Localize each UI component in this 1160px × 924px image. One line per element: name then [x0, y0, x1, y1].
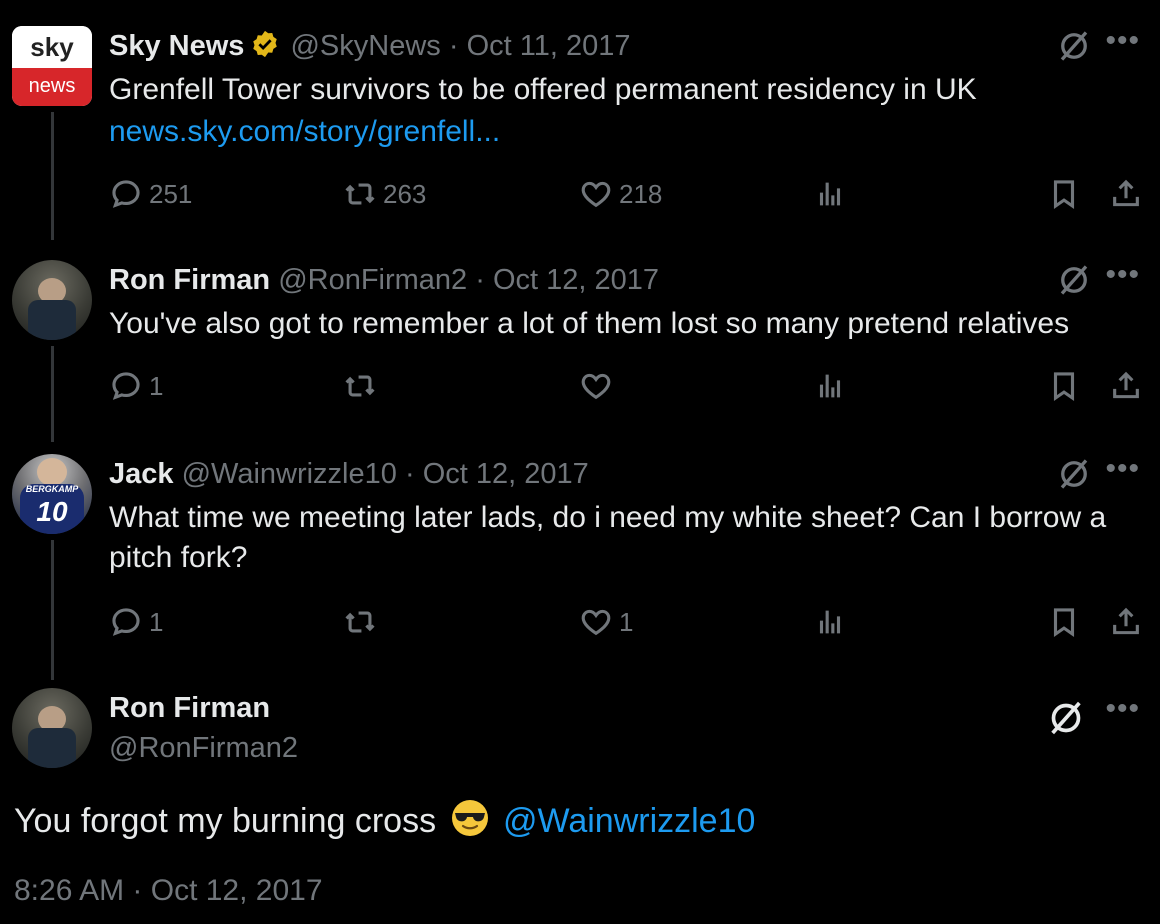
action-bar: 1 [109, 366, 1149, 406]
like-icon [579, 369, 613, 403]
reply-button[interactable]: 1 [109, 602, 163, 642]
handle[interactable]: @Wainwrizzle10 [182, 458, 397, 490]
bookmark-icon [1047, 369, 1081, 403]
reply-button[interactable]: 251 [109, 174, 192, 214]
separator-dot: · [448, 30, 459, 62]
tweet-text: You've also got to remember a lot of the… [109, 307, 1070, 340]
share-icon [1109, 369, 1143, 403]
views-icon [813, 369, 847, 403]
grok-icon[interactable] [1056, 456, 1092, 497]
views-button[interactable] [813, 174, 847, 214]
verified-badge-icon [250, 29, 280, 68]
reply-icon [109, 369, 143, 403]
bookmark-button[interactable] [1047, 602, 1081, 642]
sky-logo-top: sky [12, 26, 92, 68]
timestamp[interactable]: Oct 12, 2017 [423, 458, 589, 490]
grok-icon[interactable] [1056, 28, 1092, 69]
like-count: 1 [619, 606, 634, 637]
retweet-icon [343, 369, 377, 403]
display-name[interactable]: Jack [109, 458, 174, 490]
reply-icon [109, 177, 143, 211]
tweet-header: Sky News @SkyNews · Oct 11, 2017 [109, 28, 630, 68]
retweet-icon [343, 177, 377, 211]
share-icon [1109, 605, 1143, 639]
tweet-text-line-2: pitch fork? [109, 541, 248, 574]
like-button[interactable] [579, 366, 619, 406]
handle[interactable]: @RonFirman2 [278, 264, 467, 296]
action-bar: 251 263 218 [109, 174, 1149, 214]
main-tweet-text: You forgot my burning cross [14, 802, 437, 840]
display-name[interactable]: Ron Firman [109, 692, 270, 724]
thread-line [51, 112, 54, 240]
thread-line [51, 540, 54, 680]
retweet-count: 263 [383, 178, 427, 209]
tweet-header: Ron Firman @RonFirman2 · Oct 12, 2017 [109, 262, 659, 298]
tweet-text: Grenfell Tower survivors to be offered p… [109, 73, 977, 106]
like-button[interactable]: 1 [579, 602, 633, 642]
timestamp[interactable]: Oct 12, 2017 [493, 264, 659, 296]
share-button[interactable] [1109, 174, 1143, 214]
like-icon [579, 605, 613, 639]
like-icon [579, 177, 613, 211]
reply-button[interactable]: 1 [109, 366, 163, 406]
avatar[interactable] [12, 260, 92, 340]
avatar[interactable] [12, 688, 92, 768]
more-icon[interactable]: ••• [1105, 24, 1140, 58]
tweet-header: Jack @Wainwrizzle10 · Oct 12, 2017 [109, 456, 589, 492]
avatar[interactable]: sky news [12, 26, 92, 106]
retweet-button[interactable] [343, 602, 383, 642]
sunglasses-emoji-icon [450, 798, 490, 849]
separator-dot: · [475, 264, 485, 296]
reply-icon [109, 605, 143, 639]
tweet-link[interactable]: news.sky.com/story/grenfell... [109, 112, 1139, 152]
like-count: 218 [619, 178, 663, 209]
share-icon [1109, 177, 1143, 211]
retweet-icon [343, 605, 377, 639]
views-icon [813, 605, 847, 639]
main-handle-row: @RonFirman2 [109, 730, 298, 766]
more-icon[interactable]: ••• [1105, 258, 1140, 292]
retweet-button[interactable] [343, 366, 383, 406]
avatar[interactable]: BERGKAMP 10 [12, 454, 92, 534]
views-icon [813, 177, 847, 211]
bookmark-button[interactable] [1047, 174, 1081, 214]
bookmark-icon [1047, 605, 1081, 639]
share-button[interactable] [1109, 602, 1143, 642]
bookmark-icon [1047, 177, 1081, 211]
reply-count: 1 [149, 606, 164, 637]
action-bar: 1 1 [109, 602, 1149, 642]
grok-icon[interactable] [1056, 262, 1092, 303]
sky-logo-bottom: news [12, 68, 92, 106]
main-tweet-body: You forgot my burning cross @Wainwrizzle… [14, 798, 755, 849]
views-button[interactable] [813, 602, 847, 642]
more-icon[interactable]: ••• [1105, 452, 1140, 486]
tweet-text-line-1: What time we meeting later lads, do i ne… [109, 501, 1107, 534]
reply-count: 251 [149, 178, 193, 209]
jersey-name: BERGKAMP [25, 484, 79, 494]
reply-count: 1 [149, 370, 164, 401]
more-icon[interactable]: ••• [1105, 692, 1140, 726]
bookmark-button[interactable] [1047, 366, 1081, 406]
views-button[interactable] [813, 366, 847, 406]
main-display-name-row: Ron Firman [109, 690, 270, 726]
display-name[interactable]: Ron Firman [109, 264, 270, 296]
mention-link[interactable]: @Wainwrizzle10 [503, 802, 755, 840]
share-button[interactable] [1109, 366, 1143, 406]
thread-line [51, 346, 54, 442]
retweet-button[interactable]: 263 [343, 174, 426, 214]
handle[interactable]: @SkyNews [290, 30, 440, 62]
grok-icon[interactable] [1046, 698, 1086, 743]
like-button[interactable]: 218 [579, 174, 662, 214]
jersey-number: 10 [36, 496, 68, 527]
handle[interactable]: @RonFirman2 [109, 732, 298, 764]
display-name[interactable]: Sky News [109, 30, 244, 62]
separator-dot: · [404, 458, 415, 490]
timestamp[interactable]: Oct 11, 2017 [467, 30, 631, 62]
tweet-timestamp[interactable]: 8:26 AM · Oct 12, 2017 [14, 874, 323, 908]
